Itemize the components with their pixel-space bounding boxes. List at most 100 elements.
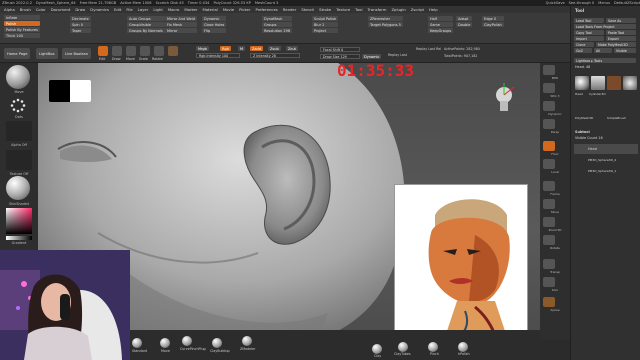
menu-zplugin[interactable]: Zplugin [391,7,405,12]
double-button[interactable]: Double [456,22,473,27]
menu-picker[interactable]: Picker [239,7,250,12]
paste-tool-button[interactable]: Paste Tool [606,30,636,35]
blur-slider[interactable]: Blur 2 [312,22,339,27]
navigation-gizmo-icon[interactable] [490,83,520,115]
rgb-button[interactable]: Rgb [220,46,231,51]
taper-slider[interactable]: Taper [70,28,91,33]
menu-help[interactable]: Help [429,7,438,12]
dynamic-size-button[interactable]: Dynamic [362,54,382,59]
simplebrush-tool-thumbnail[interactable] [623,76,637,90]
rotate-mode-icon[interactable] [154,46,164,56]
zadd-button[interactable]: Zadd [250,46,263,51]
menu-light[interactable]: Light [153,7,162,12]
groups-by-normals-button[interactable]: Groups By Normals [127,28,165,33]
same-button[interactable]: Same [428,22,454,27]
menu-zscript[interactable]: Zscript [411,7,424,12]
menu-tool[interactable]: Tool [355,7,362,12]
polish-slider[interactable]: Polish [4,21,40,26]
zoom3d-button-icon[interactable] [543,217,555,227]
menu-document[interactable]: Document [51,7,71,12]
draw-mode-icon[interactable] [112,46,122,56]
spin-slider[interactable]: Spin 0 [70,22,91,27]
rgb-intensity-slider[interactable]: Rgb Intensity 100 [196,53,240,58]
mirror-and-weld-button[interactable]: Mirror And Weld [165,16,197,21]
transp-button-icon[interactable] [543,259,555,269]
clone-button[interactable]: Clone [574,42,594,47]
dynamesh-button[interactable]: DynaMesh [262,16,293,21]
menu-layer[interactable]: Layer [138,7,149,12]
visible-button[interactable]: Visible [614,48,636,53]
polymesh3d-tool-thumbnail[interactable] [607,76,621,90]
load-tool-button[interactable]: Load Tool [574,18,604,23]
target-polygons-slider[interactable]: Target Polygons 5 [368,22,403,27]
menu-preferences[interactable]: Preferences [255,7,277,12]
dynamic-button-icon[interactable] [543,101,555,111]
gradient-swatch[interactable] [6,236,32,240]
edge-slider[interactable]: Edge 0 [482,16,504,21]
keep-groups-button[interactable]: KeepGroups [428,28,454,33]
menu-edit[interactable]: Edit [114,7,121,12]
import-button[interactable]: Import [574,36,604,41]
menu-brush[interactable]: Brush [20,7,31,12]
alpha-thumbnail[interactable] [6,121,32,141]
menu-stroke[interactable]: Stroke [319,7,331,12]
polish-by-features-slider[interactable]: Polish By Features [4,27,40,32]
zmodeler-brush-icon[interactable] [242,336,252,346]
sculpt-polish-slider[interactable]: Sculpt Polish [312,16,339,21]
replay-last-button[interactable]: Replay Last [388,53,407,57]
seethrough-slider[interactable]: See-through 0 [569,1,595,5]
project-button[interactable]: Project [312,28,339,33]
move-button-icon[interactable] [543,199,555,209]
m-button[interactable]: M [238,46,246,51]
thick-slider[interactable]: Thick 100 [4,33,40,38]
menu-draw[interactable]: Draw [75,7,85,12]
mirror-button[interactable]: Mirror [165,28,197,33]
flip-button[interactable]: Flip [202,28,227,33]
standard-brush-icon[interactable] [132,338,142,348]
decimate-button[interactable]: Decimate [70,16,91,21]
auto-groups-button[interactable]: Auto Groups [127,16,165,21]
menu-alpha[interactable]: Alpha [4,7,15,12]
floor-button-icon[interactable] [543,141,555,151]
zsub-button[interactable]: Zsub [268,46,281,51]
hpolish-brush-icon[interactable] [458,342,468,352]
menu-dynamics[interactable]: Dynamics [90,7,109,12]
local-button-icon[interactable] [543,159,555,169]
claytubes-brush-icon[interactable] [398,342,408,352]
groups-button[interactable]: Groups [262,22,293,27]
cylinder3d-tool-thumbnail[interactable] [591,76,605,90]
persp-button-icon[interactable] [543,119,555,129]
lightbox-button[interactable]: LightBox [36,48,58,59]
pinch-brush-icon[interactable] [428,342,438,352]
menu-marker[interactable]: Marker [184,7,197,12]
fix-mesh-button[interactable]: Fix Mesh [165,22,197,27]
half-button[interactable]: Half [428,16,454,21]
make-polymesh3d-button[interactable]: Make PolyMesh3D [596,42,636,47]
menu-texture[interactable]: Texture [336,7,350,12]
menu-macro[interactable]: Macro [168,7,180,12]
copy-tool-button[interactable]: Copy Tool [574,30,604,35]
claypolish-button[interactable]: ClayPolish [482,22,504,27]
z-intensity-slider[interactable]: Z Intensity 28 [250,53,300,58]
head-tool-thumbnail[interactable] [575,76,589,90]
inflate-slider[interactable]: Inflate [4,15,40,20]
quicksave-button[interactable]: QuickSave [546,1,565,5]
claybuildup-brush-icon[interactable] [212,338,222,348]
move-mode-icon[interactable] [126,46,136,56]
subtool-row-selected[interactable]: Head [574,144,638,154]
edit-mode-icon[interactable] [98,46,108,56]
subtool-row[interactable]: PM3D_Sphere3D_2 [574,155,638,165]
material-icon[interactable] [168,46,178,56]
all-button[interactable]: All [594,48,612,53]
goz-button[interactable]: GoZ [574,48,592,53]
subtool-header[interactable]: Subtool [575,130,590,134]
visible-count-slider[interactable]: Visible Count 16 [575,136,603,140]
close-holes-button[interactable]: Close Holes [202,22,227,27]
spix-button-icon[interactable] [543,83,555,93]
frame-button-icon[interactable] [543,181,555,191]
defaultzscript-button[interactable]: DefaultZScript [614,1,640,5]
zremesher-button[interactable]: ZRemesher [368,16,403,21]
live-boolean-button[interactable]: Live Boolean [62,48,92,59]
save-as-button[interactable]: Save As [606,18,636,23]
material-thumbnail[interactable] [6,176,30,200]
